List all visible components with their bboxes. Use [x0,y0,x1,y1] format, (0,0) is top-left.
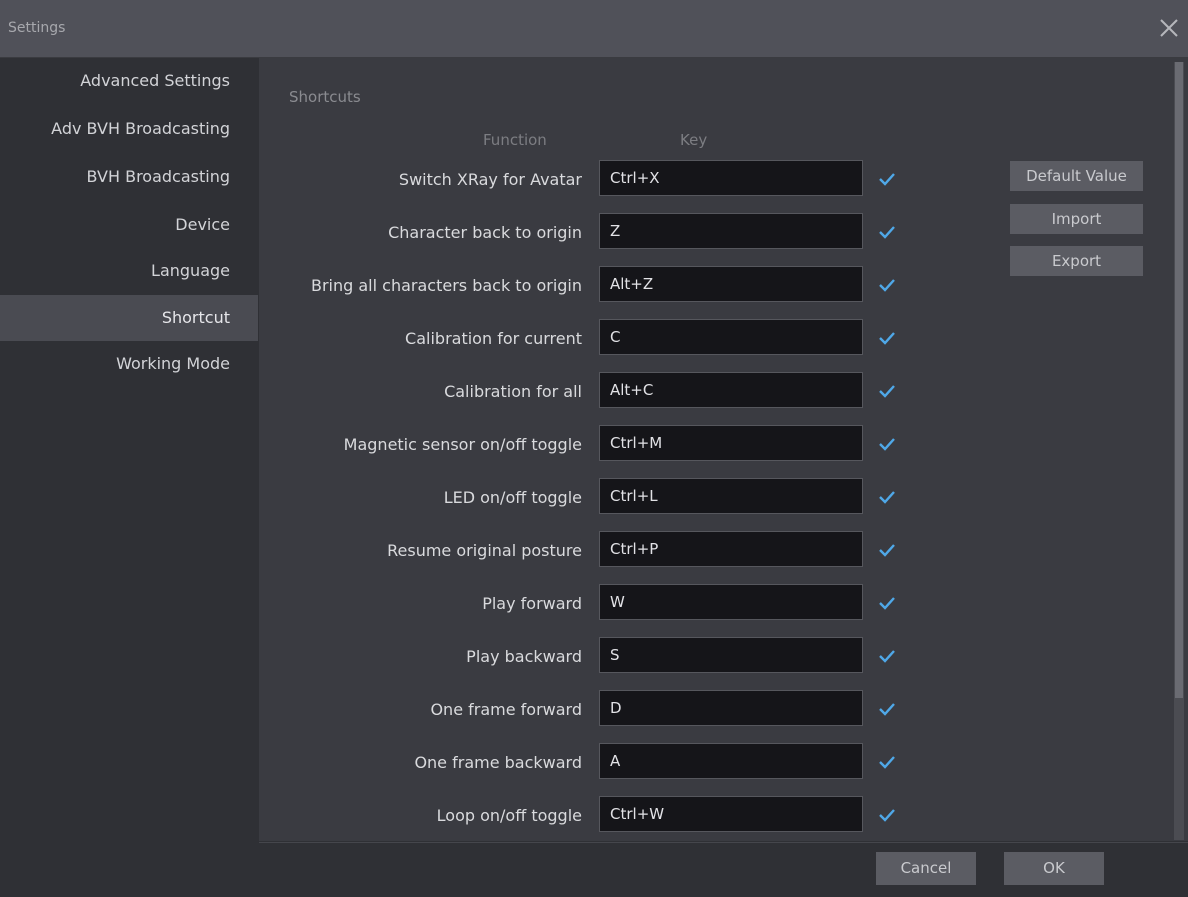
shortcut-function-label: Character back to origin [388,223,582,242]
sidebar-item-advanced-settings[interactable]: Advanced Settings [0,58,258,104]
shortcut-function-label: Calibration for all [444,382,582,401]
shortcut-key-input[interactable] [599,743,863,779]
shortcut-key-input[interactable] [599,372,863,408]
shortcut-function-label: One frame backward [414,753,582,772]
sidebar-item-bvh-broadcasting[interactable]: BVH Broadcasting [0,154,258,200]
shortcut-function-label: Calibration for current [405,329,582,348]
shortcut-key-input[interactable] [599,319,863,355]
shortcut-function-label: Play forward [482,594,582,613]
dialog-footer: Cancel OK [259,842,1188,897]
close-icon[interactable] [1158,17,1180,39]
check-icon [879,385,895,398]
window-title: Settings [8,20,66,36]
column-header-key: Key [680,131,708,149]
shortcut-key-input[interactable] [599,690,863,726]
shortcut-key-input[interactable] [599,584,863,620]
export-button[interactable]: Export [1010,246,1143,276]
column-header-function: Function [483,131,547,149]
check-icon [879,809,895,822]
check-icon [879,650,895,663]
scrollbar-thumb[interactable] [1175,62,1183,698]
check-icon [879,173,895,186]
check-icon [879,438,895,451]
title-bar: Settings [0,0,1188,58]
import-button[interactable]: Import [1010,204,1143,234]
shortcut-function-label: Switch XRay for Avatar [398,170,582,189]
shortcut-function-label: Resume original posture [387,541,582,560]
shortcut-key-input[interactable] [599,213,863,249]
cancel-button[interactable]: Cancel [876,852,976,885]
shortcut-key-input[interactable] [599,796,863,832]
shortcut-key-input[interactable] [599,266,863,302]
shortcut-function-label: Bring all characters back to origin [310,276,582,295]
shortcut-function-label: One frame forward [430,700,582,719]
sidebar-item-device[interactable]: Device [0,202,258,248]
shortcut-function-label: LED on/off toggle [443,488,582,507]
check-icon [879,491,895,504]
sidebar-item-working-mode[interactable]: Working Mode [0,341,258,387]
check-icon [879,544,895,557]
shortcut-key-input[interactable] [599,425,863,461]
check-icon [879,226,895,239]
vertical-scrollbar[interactable] [1174,62,1184,840]
shortcut-key-input[interactable] [599,637,863,673]
check-icon [879,332,895,345]
check-icon [879,703,895,716]
shortcut-function-label: Play backward [466,647,582,666]
shortcuts-panel: Shortcuts Function Key Switch XRay for A… [259,58,1188,841]
sidebar-item-adv-bvh-broadcasting[interactable]: Adv BVH Broadcasting [0,106,258,152]
sidebar-item-language[interactable]: Language [0,248,258,294]
default-value-button[interactable]: Default Value [1010,161,1143,191]
check-icon [879,279,895,292]
section-title: Shortcuts [289,88,361,106]
ok-button[interactable]: OK [1004,852,1104,885]
settings-window: Settings Advanced Settings Adv BVH Broad… [0,0,1188,897]
shortcut-key-input[interactable] [599,160,863,196]
shortcut-function-label: Loop on/off toggle [436,806,582,825]
sidebar-item-shortcut[interactable]: Shortcut [0,295,258,341]
shortcut-function-label: Magnetic sensor on/off toggle [343,435,582,454]
check-icon [879,597,895,610]
shortcut-key-input[interactable] [599,531,863,567]
shortcut-key-input[interactable] [599,478,863,514]
settings-sidebar: Advanced Settings Adv BVH Broadcasting B… [0,58,258,896]
check-icon [879,756,895,769]
